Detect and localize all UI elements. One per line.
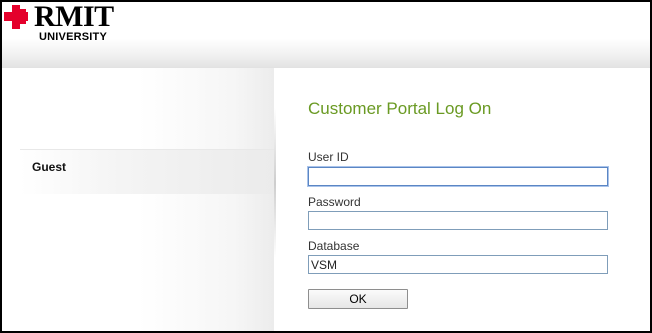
- password-input[interactable]: [308, 211, 608, 230]
- user-id-label: User ID: [308, 150, 349, 164]
- database-input[interactable]: [308, 255, 608, 274]
- portal-window: RMIT UNIVERSITY Guest Customer Portal Lo…: [0, 0, 652, 333]
- sidebar-item-label: Guest: [32, 160, 67, 174]
- database-label: Database: [308, 239, 360, 253]
- sidebar: Guest: [2, 68, 276, 331]
- sidebar-item-guest[interactable]: Guest: [20, 149, 274, 194]
- page-title: Customer Portal Log On: [308, 99, 492, 118]
- rmit-pixel-logo-icon: [4, 5, 28, 29]
- logo-subtitle: UNIVERSITY: [39, 31, 108, 43]
- header-bar: RMIT UNIVERSITY: [2, 2, 650, 68]
- logo-wordmark: RMIT: [34, 0, 114, 33]
- user-id-input[interactable]: [308, 167, 608, 186]
- password-label: Password: [308, 195, 361, 209]
- ok-button[interactable]: OK: [308, 289, 408, 309]
- rmit-logo[interactable]: RMIT UNIVERSITY: [4, 0, 124, 45]
